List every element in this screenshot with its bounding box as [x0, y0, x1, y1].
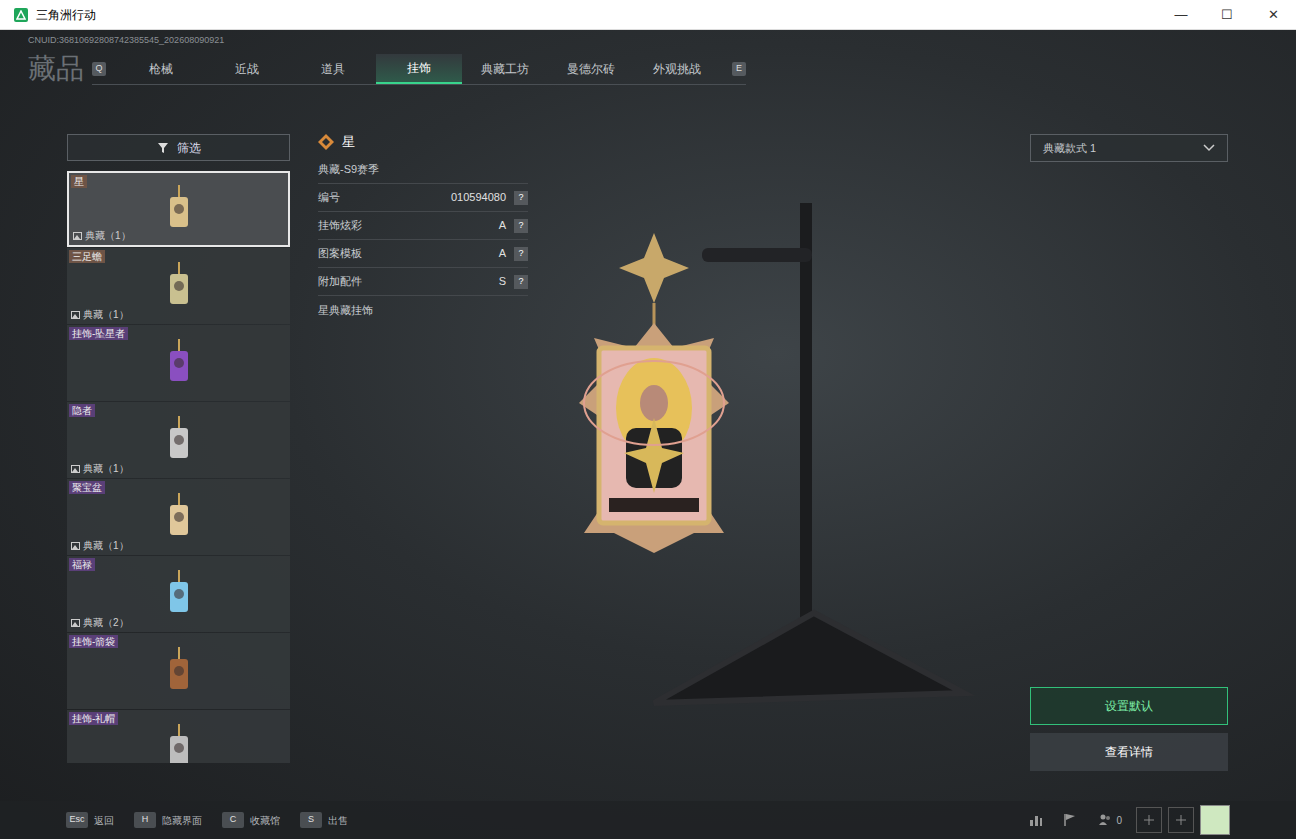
item-card[interactable]: 挂饰-礼帽: [67, 710, 290, 763]
style-select[interactable]: 典藏款式 1: [1030, 134, 1228, 162]
right-panel: 典藏款式 1 设置默认查看详情: [1030, 98, 1228, 801]
item-name-tag: 挂饰-箭袋: [69, 635, 118, 648]
uid-text: CNUID:36810692808742385545_202608090921: [28, 34, 1296, 46]
help-button[interactable]: ?: [514, 191, 528, 205]
item-name-tag: 三足蟾: [69, 250, 105, 263]
image-icon: [71, 311, 80, 319]
help-button[interactable]: ?: [514, 219, 528, 233]
window-control-button[interactable]: ☐: [1204, 0, 1250, 30]
key-hint[interactable]: C收藏馆: [222, 812, 280, 828]
help-button[interactable]: ?: [514, 275, 528, 289]
charm-thumbnail-icon: [164, 491, 194, 543]
item-count: 典藏（2）: [83, 615, 129, 630]
charm-display: [528, 98, 1030, 801]
item-card[interactable]: 聚宝盆典藏（1）: [67, 479, 290, 555]
filter-button[interactable]: 筛选: [67, 134, 290, 161]
app-logo-icon: [14, 8, 28, 22]
item-card[interactable]: 三足蟾典藏（1）: [67, 248, 290, 324]
attribute-row: 挂饰炫彩A?: [318, 212, 528, 240]
charm-thumbnail-icon: [164, 722, 194, 763]
avatar-icon[interactable]: [1200, 805, 1230, 835]
tab[interactable]: 近战: [204, 54, 290, 84]
chevron-down-icon: [1203, 144, 1215, 152]
bar-chart-icon: [1029, 813, 1043, 827]
title-bar: 三角洲行动 —☐✕: [0, 0, 1296, 30]
rarity-icon: [318, 134, 334, 150]
item-name-tag: 星: [71, 175, 87, 188]
item-name-tag: 挂饰-礼帽: [69, 712, 118, 725]
tab[interactable]: 典藏工坊: [462, 54, 548, 84]
item-list-panel: 筛选星典藏（1）三足蟾典藏（1）挂饰-坠星者隐者典藏（1）聚宝盆典藏（1）福禄典…: [67, 98, 290, 801]
detail-subtitle: 典藏-S9赛季: [318, 156, 528, 184]
image-icon: [73, 232, 82, 240]
charm-thumbnail-icon: [164, 183, 194, 235]
people-icon: [1098, 813, 1112, 827]
attribute-row: 附加配件S?: [318, 268, 528, 296]
image-icon: [71, 619, 80, 627]
window-control-button[interactable]: ✕: [1250, 0, 1296, 30]
main: 筛选星典藏（1）三足蟾典藏（1）挂饰-坠星者隐者典藏（1）聚宝盆典藏（1）福禄典…: [0, 98, 1296, 801]
item-card[interactable]: 挂饰-箭袋: [67, 633, 290, 709]
item-name-tag: 隐者: [69, 404, 95, 417]
item-card[interactable]: 挂饰-坠星者: [67, 325, 290, 401]
plus-icon: [1176, 815, 1186, 825]
item-list: 星典藏（1）三足蟾典藏（1）挂饰-坠星者隐者典藏（1）聚宝盆典藏（1）福禄典藏（…: [67, 171, 290, 763]
charm-thumbnail-icon: [164, 337, 194, 389]
detail-description: 星典藏挂饰: [318, 296, 528, 324]
key-hint[interactable]: Esc返回: [66, 812, 114, 828]
flag-icon: [1063, 813, 1077, 827]
item-card[interactable]: 星典藏（1）: [67, 171, 290, 247]
item-count: 典藏（1）: [83, 538, 129, 553]
item-name-tag: 聚宝盆: [69, 481, 105, 494]
detail-panel: 星典藏-S9赛季编号010594080?挂饰炫彩A?图案模板A?附加配件S?星典…: [318, 98, 528, 801]
stats-button[interactable]: [1022, 806, 1050, 834]
page-title: 藏品: [28, 52, 84, 86]
attribute-row: 编号010594080?: [318, 184, 528, 212]
action-button[interactable]: 查看详情: [1030, 733, 1228, 771]
header: CNUID:36810692808742385545_202608090921 藏…: [0, 30, 1296, 98]
charm-thumbnail-icon: [164, 645, 194, 697]
tab-bar: Q 枪械近战道具挂饰典藏工坊曼德尔砖外观挑战 E: [92, 54, 746, 85]
charm-thumbnail-icon: [164, 414, 194, 466]
tab[interactable]: 挂饰: [376, 54, 462, 84]
tab[interactable]: 外观挑战: [634, 54, 720, 84]
window-title: 三角洲行动: [36, 6, 96, 24]
key-hint[interactable]: S出售: [300, 812, 348, 828]
attribute-row: 图案模板A?: [318, 240, 528, 268]
help-button[interactable]: ?: [514, 247, 528, 261]
item-card[interactable]: 隐者典藏（1）: [67, 402, 290, 478]
game-area: CNUID:36810692808742385545_202608090921 藏…: [0, 30, 1296, 839]
charm-display-icon: [564, 173, 994, 733]
prev-tab-key[interactable]: Q: [92, 62, 106, 76]
filter-icon: [157, 142, 169, 154]
charm-thumbnail-icon: [164, 568, 194, 620]
item-card[interactable]: 福禄典藏（2）: [67, 556, 290, 632]
item-count: 典藏（1）: [83, 307, 129, 322]
friends-count: 0: [1116, 813, 1122, 828]
item-name-tag: 福禄: [69, 558, 95, 571]
add-slot-button[interactable]: [1168, 807, 1194, 833]
item-count: 典藏（1）: [85, 228, 131, 243]
action-button[interactable]: 设置默认: [1030, 687, 1228, 725]
flag-button[interactable]: [1056, 806, 1084, 834]
item-name-tag: 挂饰-坠星者: [69, 327, 128, 340]
tab[interactable]: 曼德尔砖: [548, 54, 634, 84]
next-tab-key[interactable]: E: [732, 62, 746, 76]
bottom-bar: Esc返回 H隐藏界面 C收藏馆 S出售 0: [0, 801, 1296, 839]
image-icon: [71, 465, 80, 473]
charm-thumbnail-icon: [164, 260, 194, 312]
tab[interactable]: 道具: [290, 54, 376, 84]
tab[interactable]: 枪械: [118, 54, 204, 84]
window-control-button[interactable]: —: [1158, 0, 1204, 30]
app-window: 三角洲行动—☐✕CNUID:36810692808742385545_20260…: [0, 0, 1296, 839]
detail-title: 星: [342, 132, 355, 152]
image-icon: [71, 542, 80, 550]
item-count: 典藏（1）: [83, 461, 129, 476]
friends-button[interactable]: 0: [1090, 806, 1130, 834]
key-hint[interactable]: H隐藏界面: [134, 812, 202, 828]
add-slot-button[interactable]: [1136, 807, 1162, 833]
plus-icon: [1144, 815, 1154, 825]
